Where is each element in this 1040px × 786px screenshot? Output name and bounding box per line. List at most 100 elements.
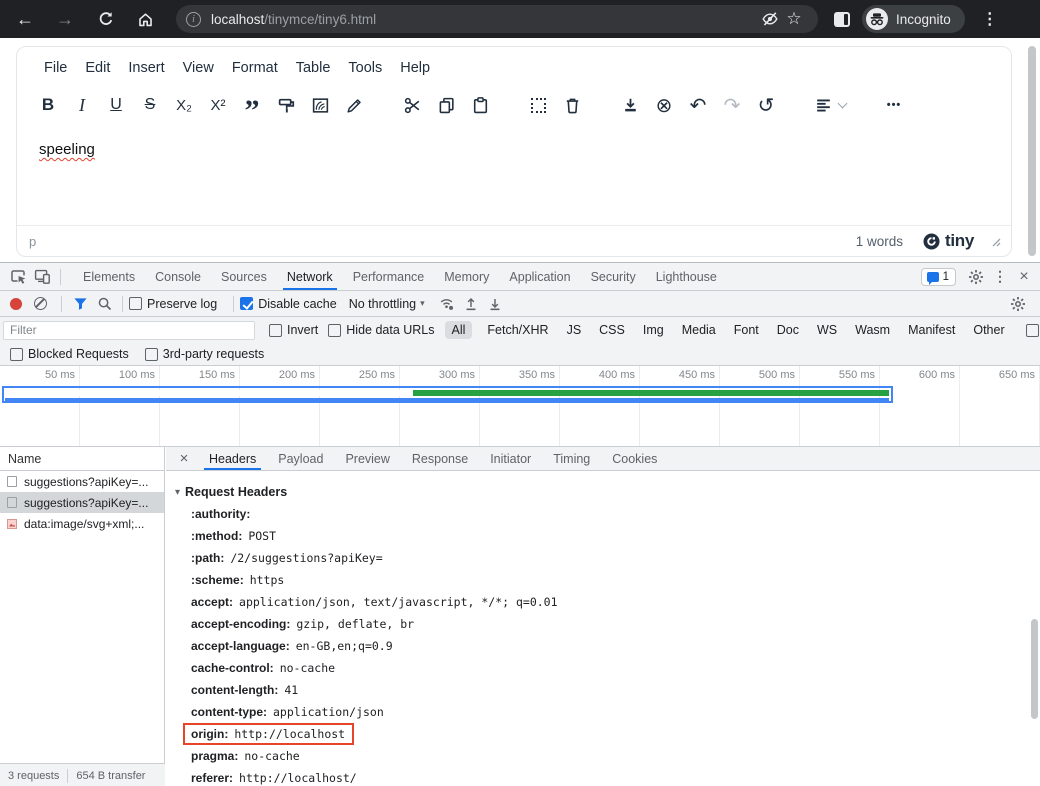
detail-tab[interactable]: Headers [198,447,267,470]
resource-type-chip[interactable]: Doc [770,321,806,339]
devtools-tab[interactable]: Performance [343,263,435,290]
download-icon[interactable] [613,90,647,120]
resource-type-chip[interactable]: Other [966,321,1011,339]
align-left-icon[interactable] [807,90,853,120]
menu-item[interactable]: Format [223,56,287,80]
record-icon[interactable] [10,298,22,310]
pen-icon[interactable] [337,90,371,120]
password-eye-off-icon[interactable] [758,7,782,31]
browser-menu-icon[interactable]: ⋮ [979,9,1001,29]
element-path[interactable]: p [29,234,856,249]
request-row[interactable]: suggestions?apiKey=... [0,471,164,492]
filter-input[interactable] [3,321,255,340]
back-icon[interactable]: ← [12,6,38,32]
resource-type-chip[interactable]: CSS [592,321,632,339]
address-bar[interactable]: i localhost/tinymce/tiny6.html ☆ [176,5,818,33]
bold-icon[interactable]: B [31,90,65,120]
detail-tab[interactable]: Initiator [479,447,542,470]
resource-type-chip[interactable]: Font [727,321,766,339]
devtools-tab[interactable]: Memory [434,263,499,290]
detail-tab[interactable]: Response [401,447,479,470]
menu-item[interactable]: Insert [119,56,173,80]
detail-tab[interactable]: Timing [542,447,601,470]
invert-checkbox[interactable] [269,324,282,337]
subscript-icon[interactable]: X₂ [167,90,201,120]
resource-type-chip[interactable]: Manifest [901,321,962,339]
request-row[interactable]: suggestions?apiKey=... [0,492,164,513]
bookmark-star-icon[interactable]: ☆ [782,7,806,31]
devtools-tab[interactable]: Application [499,263,580,290]
italic-icon[interactable]: I [65,90,99,120]
restore-draft-icon[interactable]: ↺ [749,90,783,120]
inspect-element-icon[interactable] [6,266,30,288]
menu-item[interactable]: Help [391,56,439,80]
blockquote-icon[interactable]: ” [235,90,269,120]
network-overview-timeline[interactable]: 50 ms100 ms150 ms200 ms250 ms300 ms350 m… [0,366,1040,447]
tiny-brand[interactable]: tiny [923,231,974,251]
detail-tab[interactable]: Cookies [601,447,668,470]
resize-handle-icon[interactable] [990,236,1001,247]
request-row[interactable]: data:image/svg+xml;... [0,513,164,534]
resource-type-chip[interactable]: WS [810,321,844,339]
preserve-log-checkbox[interactable] [129,297,142,310]
format-painter-icon[interactable] [269,90,303,120]
detail-scrollbar[interactable] [1031,619,1038,719]
devtools-tab[interactable]: Elements [73,263,145,290]
more-options-icon[interactable]: ••• [877,90,911,120]
search-icon[interactable] [92,293,116,315]
network-settings-icon[interactable] [1006,293,1030,315]
detail-tab[interactable]: Payload [267,447,334,470]
devtools-tab[interactable]: Lighthouse [646,263,727,290]
request-headers-section[interactable]: ▾ Request Headers [166,481,1040,503]
resource-type-chip[interactable]: Fetch/XHR [480,321,555,339]
picture-frame-icon[interactable] [303,90,337,120]
menu-item[interactable]: View [174,56,223,80]
devtools-tab[interactable]: Console [145,263,211,290]
cut-icon[interactable] [395,90,429,120]
resource-type-chip[interactable]: Img [636,321,671,339]
import-har-icon[interactable] [459,293,483,315]
devtools-settings-icon[interactable] [964,266,988,288]
undo-icon[interactable]: ↶ [681,90,715,120]
device-toolbar-icon[interactable] [30,266,54,288]
disable-cache-checkbox[interactable] [240,297,253,310]
forward-icon[interactable]: → [52,6,78,32]
select-all-icon[interactable] [521,90,555,120]
menu-item[interactable]: Edit [76,56,119,80]
network-conditions-icon[interactable] [435,293,459,315]
home-icon[interactable] [132,6,158,32]
export-har-icon[interactable] [483,293,507,315]
site-info-icon[interactable]: i [186,12,201,27]
cancel-icon[interactable]: ⊗ [647,90,681,120]
strikethrough-icon[interactable]: S [133,90,167,120]
resource-type-chip[interactable]: JS [560,321,589,339]
has-blocked-cookies-checkbox[interactable] [1026,324,1039,337]
page-scrollbar[interactable] [1028,46,1036,256]
issues-badge[interactable]: 1 [921,268,956,286]
clear-icon[interactable] [34,297,47,310]
devtools-tab[interactable]: Network [277,263,343,290]
copy-icon[interactable] [429,90,463,120]
word-count[interactable]: 1 words [856,234,903,249]
devtools-tab[interactable]: Security [581,263,646,290]
resource-type-chip[interactable]: Media [675,321,723,339]
reload-icon[interactable] [92,6,118,32]
filter-funnel-icon[interactable] [68,293,92,315]
resource-type-chip[interactable]: All [445,321,473,339]
hide-data-urls-checkbox[interactable] [328,324,341,337]
menu-item[interactable]: Tools [339,56,391,80]
side-panel-icon[interactable] [834,12,850,27]
detail-close-icon[interactable]: × [174,450,194,467]
misspelled-word[interactable]: speeling [39,141,95,158]
devtools-close-icon[interactable]: × [1012,266,1036,288]
underline-icon[interactable]: U [99,90,133,120]
delete-icon[interactable] [555,90,589,120]
menu-item[interactable]: Table [287,56,340,80]
third-party-checkbox[interactable] [145,348,158,361]
blocked-requests-checkbox[interactable] [10,348,23,361]
superscript-icon[interactable]: X² [201,90,235,120]
request-list-header[interactable]: Name [0,447,164,471]
resource-type-chip[interactable]: Wasm [848,321,897,339]
devtools-menu-icon[interactable]: ⋮ [988,266,1012,288]
throttling-select[interactable]: No throttling [349,297,416,311]
